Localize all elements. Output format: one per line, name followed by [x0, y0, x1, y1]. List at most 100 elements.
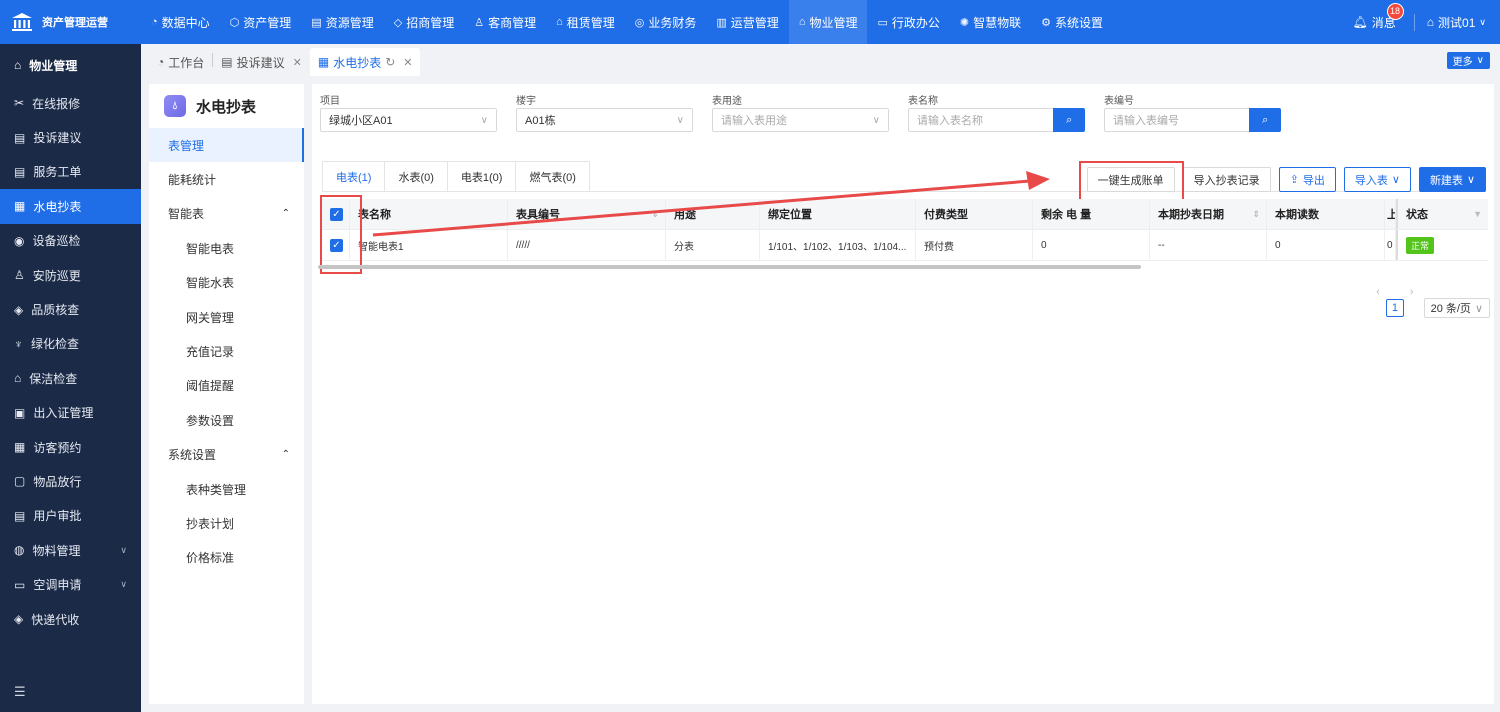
submenu-item-smart-electric[interactable]: 智能电表	[149, 231, 304, 265]
nav-finance[interactable]: ◎ 业务财务	[625, 0, 707, 44]
water-drop-icon: 💧︎	[164, 95, 186, 117]
nav-data-center[interactable]: ◔ 数据中心	[141, 0, 220, 44]
sidebar-header[interactable]: ⌂ 物业管理	[0, 44, 141, 86]
tab-electric-1[interactable]: 电表1(0)	[446, 161, 516, 192]
sidebar-item-patrol[interactable]: ♙ 安防巡更	[0, 258, 141, 292]
page-tabs: ◔ 工作台 ▤ 投诉建议 ✕ ▦ 水电抄表 ↻ ✕ 更多 ∨	[141, 44, 1500, 76]
submenu-group-system[interactable]: 系统设置 ⌃	[149, 438, 304, 472]
sidebar-item-quality[interactable]: ◈ 品质核查	[0, 292, 141, 326]
submenu-item-recharge[interactable]: 充值记录	[149, 334, 304, 368]
sidebar-item-materials[interactable]: ◍ 物料管理 ∨	[0, 533, 141, 567]
prev-page-icon[interactable]: ‹	[1376, 286, 1380, 330]
sidebar-item-complaint[interactable]: ▤ 投诉建议	[0, 120, 141, 154]
nav-asset[interactable]: ⬡ 资产管理	[220, 0, 302, 44]
sidebar-item-pass[interactable]: ▣ 出入证管理	[0, 396, 141, 430]
collapse-menu-icon[interactable]: ☰	[14, 684, 26, 700]
table-header: ✓ 表名称 表具编号 ⇕ 用途 绑定位置 付费类型 剩余 电 量 本期抄表日期 ⇕ …	[322, 199, 1488, 230]
meter-name-input[interactable]: 请输入表名称	[908, 108, 1054, 132]
broom-icon: ⌂	[14, 371, 22, 386]
page-size-select[interactable]: 20 条/页 ∨	[1423, 298, 1490, 318]
search-icon: ⌕	[1066, 113, 1073, 126]
chevron-down-icon: ∨	[1466, 174, 1475, 186]
col-reading: 本期读数	[1267, 199, 1385, 229]
submenu-item-meter-types[interactable]: 表种类管理	[149, 472, 304, 506]
nav-iot[interactable]: ✺ 智慧物联	[950, 0, 1031, 44]
sidebar-item-greening[interactable]: ♆ 绿化检查	[0, 327, 141, 361]
highlight-box-checkboxes	[320, 195, 362, 274]
new-meter-button[interactable]: 新建表 ∨	[1418, 167, 1486, 192]
tab-complaint[interactable]: ▤ 投诉建议 ✕	[213, 48, 310, 76]
nav-settings[interactable]: ⚙ 系统设置	[1031, 0, 1113, 44]
export-button[interactable]: ⇪ 导出	[1278, 167, 1336, 192]
messages-button[interactable]: 🔔︎ 消息 18	[1353, 2, 1404, 31]
user-menu[interactable]: ⌂ 测试01 ∨	[1413, 13, 1486, 31]
submenu-item-threshold[interactable]: 阈值提醒	[149, 369, 304, 403]
col-code[interactable]: 表具编号 ⇕	[508, 199, 666, 229]
brand[interactable]: 资产管理运营	[0, 0, 141, 44]
col-name: 表名称	[350, 199, 508, 229]
building-icon: ▤	[311, 16, 322, 29]
plant-icon: ♆	[14, 336, 23, 351]
search-button[interactable]: ⌕	[1053, 108, 1085, 132]
sidebar-item-approval[interactable]: ▤ 用户审批	[0, 499, 141, 533]
horizontal-scrollbar[interactable]	[318, 265, 1141, 269]
submenu-item-params[interactable]: 参数设置	[149, 403, 304, 437]
message-count-badge: 18	[1386, 2, 1404, 20]
people-icon: ♙	[474, 16, 485, 29]
col-location: 绑定位置	[760, 199, 916, 229]
tab-gas[interactable]: 燃气表(0)	[515, 161, 590, 192]
cell-remaining: 0	[1033, 230, 1150, 260]
close-icon[interactable]: ✕	[403, 56, 412, 69]
submenu-item-meter-management[interactable]: 表管理	[149, 128, 304, 163]
col-remaining: 剩余 电 量	[1033, 199, 1150, 229]
sort-icon[interactable]: ⇕	[651, 209, 659, 220]
nav-operation[interactable]: ▥ 运营管理	[706, 0, 788, 44]
highlight-box-generate-bill	[1079, 161, 1184, 201]
more-tabs-button[interactable]: 更多 ∨	[1446, 52, 1490, 69]
sort-icon[interactable]: ⇕	[1252, 209, 1260, 220]
col-reading-date[interactable]: 本期抄表日期 ⇕	[1150, 199, 1267, 229]
search-button[interactable]: ⌕	[1249, 108, 1281, 132]
submenu-item-smart-water[interactable]: 智能水表	[149, 266, 304, 300]
nav-property[interactable]: ⌂ 物业管理	[788, 0, 868, 44]
submenu-item-price[interactable]: 价格标准	[149, 541, 304, 575]
sidebar-item-release[interactable]: ▢ 物品放行	[0, 464, 141, 498]
tab-meter-reading[interactable]: ▦ 水电抄表 ↻ ✕	[309, 48, 421, 76]
nav-customer[interactable]: ♙ 客商管理	[464, 0, 546, 44]
close-icon[interactable]: ✕	[293, 56, 302, 69]
meter-type-tabs: 电表(1) 水表(0) 电表1(0) 燃气表(0)	[322, 161, 590, 192]
sidebar-item-work-order[interactable]: ▤ 服务工单	[0, 155, 141, 189]
nav-resource[interactable]: ▤ 资源管理	[301, 0, 383, 44]
project-select[interactable]: 绿城小区A01 ∨	[320, 108, 497, 132]
filter-icon[interactable]: ▼	[1473, 209, 1482, 219]
sidebar-item-inspection[interactable]: ◉ 设备巡检	[0, 224, 141, 258]
refresh-icon[interactable]: ↻	[385, 55, 395, 69]
submenu-item-reading-plan[interactable]: 抄表计划	[149, 506, 304, 540]
submenu-group-smart-meter[interactable]: 智能表 ⌃	[149, 197, 304, 231]
nav-office[interactable]: ▭ 行政办公	[867, 0, 949, 44]
tab-electric[interactable]: 电表(1)	[322, 161, 385, 192]
sidebar-item-express[interactable]: ◈ 快递代收	[0, 602, 141, 636]
nav-investment[interactable]: ◇ 招商管理	[384, 0, 464, 44]
submenu-item-gateway[interactable]: 网关管理	[149, 300, 304, 334]
next-page-icon[interactable]: ›	[1410, 286, 1414, 330]
sidebar-item-cleaning[interactable]: ⌂ 保洁检查	[0, 361, 141, 395]
submenu-item-energy-stats[interactable]: 能耗统计	[149, 162, 304, 196]
tab-workbench[interactable]: ◔ 工作台	[149, 48, 212, 76]
tab-water[interactable]: 水表(0)	[384, 161, 447, 192]
sidebar-item-aircon[interactable]: ▭ 空调申请 ∨	[0, 567, 141, 601]
chevron-down-icon: ∨	[1474, 302, 1483, 315]
building-select[interactable]: A01栋 ∨	[516, 108, 693, 132]
page-number[interactable]: 1	[1385, 299, 1404, 317]
meter-no-input[interactable]: 请输入表编号	[1104, 108, 1250, 132]
app-title: 资产管理运营	[42, 17, 108, 29]
import-meter-button[interactable]: 导入表 ∨	[1343, 167, 1411, 192]
sidebar-item-repair[interactable]: ✂ 在线报修	[0, 86, 141, 120]
sidebar-item-visitor[interactable]: ▦ 访客预约	[0, 430, 141, 464]
col-status[interactable]: 状态 ▼	[1396, 199, 1488, 229]
usage-select[interactable]: 请输入表用途 ∨	[712, 108, 889, 132]
import-records-button[interactable]: 导入抄表记录	[1182, 167, 1271, 192]
sidebar-item-meter-reading[interactable]: ▦ 水电抄表	[0, 189, 141, 224]
nav-lease[interactable]: ⌂ 租赁管理	[546, 0, 625, 44]
table-row[interactable]: ✓ 智能电表1 ///// 分表 1/101、1/102、1/103、1/104…	[322, 230, 1488, 261]
